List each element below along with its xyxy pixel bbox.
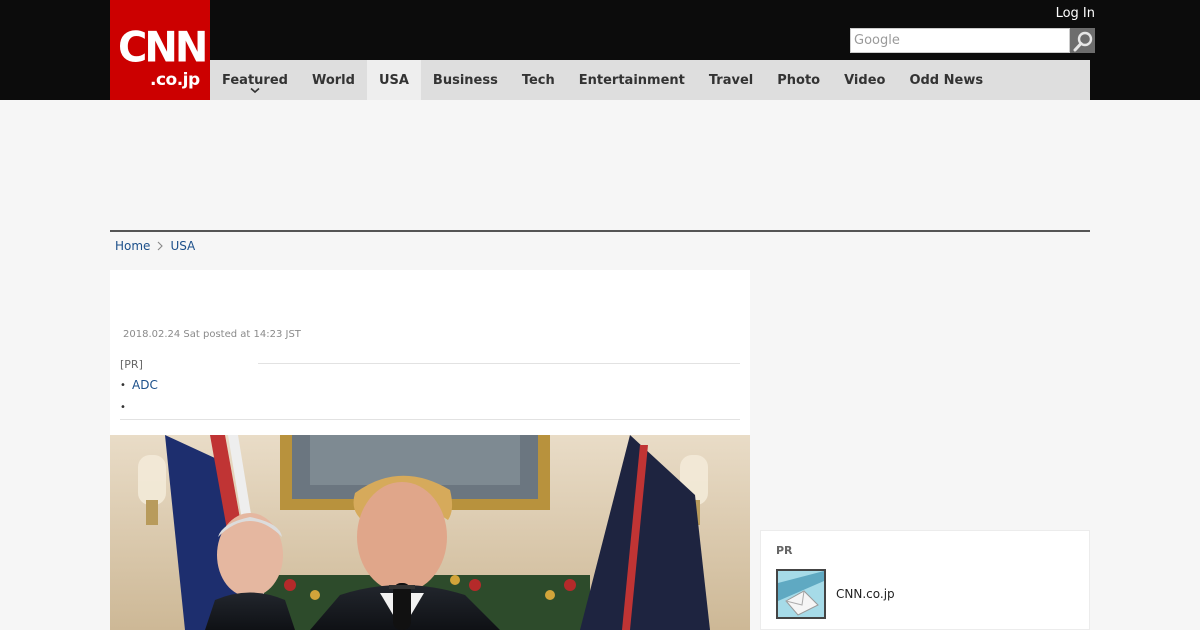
bullet: • bbox=[120, 401, 126, 413]
list-item: • ADC bbox=[120, 374, 158, 396]
chevron-right-icon bbox=[157, 241, 164, 251]
nav-item-label: Travel bbox=[708, 72, 754, 88]
nav-item-label: World bbox=[311, 72, 355, 88]
nav-item-label: Featured bbox=[222, 72, 288, 88]
sidebar-pr-item[interactable]: CNN.co.jp bbox=[776, 569, 895, 619]
nav-item-business[interactable]: Business bbox=[421, 60, 510, 100]
posted-timestamp: 2018.02.24 Sat posted at 14:23 JST bbox=[123, 329, 301, 340]
chevron-down-icon bbox=[250, 87, 260, 94]
list-item: • bbox=[120, 396, 158, 418]
nav-item-video[interactable]: Video bbox=[832, 60, 897, 100]
nav-item-label: Video bbox=[844, 72, 886, 88]
pr-label: [PR] bbox=[120, 358, 143, 371]
breadcrumb-home[interactable]: Home bbox=[115, 239, 150, 253]
search-icon bbox=[1073, 31, 1092, 51]
breadcrumb: Home USA bbox=[115, 238, 195, 254]
search-input[interactable] bbox=[850, 28, 1070, 53]
top-bar: CNN .co.jp Log In Featured World USA Bus… bbox=[0, 0, 1200, 100]
sidebar-pr-box: PR CNN.co.jp bbox=[760, 530, 1090, 630]
sidebar-pr-title: PR bbox=[776, 544, 793, 557]
nav-item-label: Tech bbox=[521, 72, 555, 88]
nav-item-label: Entertainment bbox=[578, 72, 685, 88]
nav-item-travel[interactable]: Travel bbox=[697, 60, 765, 100]
article-photo bbox=[110, 435, 750, 630]
nav-item-label: Odd News bbox=[909, 72, 984, 88]
login-link[interactable]: Log In bbox=[1056, 6, 1095, 22]
bullet: • bbox=[120, 379, 126, 391]
nav-item-label: Business bbox=[432, 72, 498, 88]
pr-item-label: CNN.co.jp bbox=[836, 587, 895, 601]
nav-item-label: Photo bbox=[777, 72, 821, 88]
divider bbox=[120, 419, 740, 420]
ad-banner-area bbox=[110, 100, 1090, 230]
nav-item-usa[interactable]: USA bbox=[366, 60, 421, 100]
logo-main: CNN bbox=[118, 23, 208, 73]
nav-item-odd-news[interactable]: Odd News bbox=[897, 60, 995, 100]
nav-item-photo[interactable]: Photo bbox=[765, 60, 832, 100]
nav-item-world[interactable]: World bbox=[300, 60, 367, 100]
pr-link-adc[interactable]: ADC bbox=[132, 378, 158, 392]
search-bar bbox=[850, 28, 1095, 53]
logo-domain: .co.jp bbox=[150, 70, 200, 90]
section-divider bbox=[110, 230, 1090, 232]
divider bbox=[258, 363, 740, 364]
breadcrumb-usa[interactable]: USA bbox=[170, 239, 195, 253]
pr-thumbnail bbox=[776, 569, 826, 619]
nav-item-entertainment[interactable]: Entertainment bbox=[567, 60, 697, 100]
cnn-logo[interactable]: CNN .co.jp bbox=[110, 0, 210, 100]
nav-item-featured[interactable]: Featured bbox=[210, 60, 300, 100]
article-card: 2018.02.24 Sat posted at 14:23 JST [PR] … bbox=[110, 270, 750, 630]
nav-item-tech[interactable]: Tech bbox=[510, 60, 567, 100]
main-nav: Featured World USA Business Tech Enterta… bbox=[210, 60, 1090, 100]
nav-item-label: USA bbox=[378, 72, 409, 88]
search-button[interactable] bbox=[1070, 28, 1095, 53]
pr-link-list: • ADC • bbox=[120, 374, 158, 418]
